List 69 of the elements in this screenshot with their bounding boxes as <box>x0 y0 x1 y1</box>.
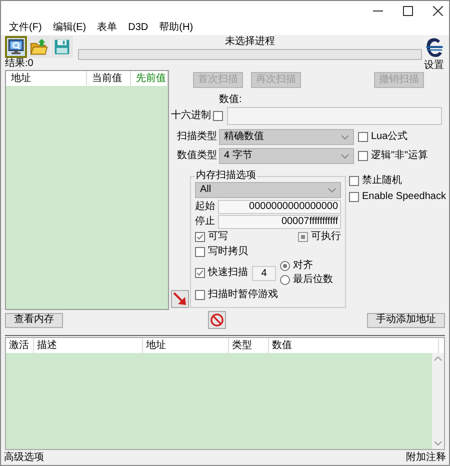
checkbox[interactable] <box>195 268 205 278</box>
chevron-icon <box>341 154 349 158</box>
address-list[interactable]: 激活 描述 地址 类型 数值 <box>5 337 445 450</box>
stop-address-field[interactable]: 00007fffffffffff <box>218 214 341 228</box>
scroll-up-icon[interactable] <box>434 356 442 361</box>
checkbox[interactable] <box>358 151 368 161</box>
view-memory-button[interactable]: 查看内存 <box>5 312 63 328</box>
checkbox-label: 扫描时暂停游戏 <box>208 288 278 300</box>
menu-item[interactable]: 表单 <box>97 22 118 34</box>
scroll-down-icon[interactable] <box>434 441 442 446</box>
value-label: 数值: <box>219 94 243 106</box>
checkbox-label: Lua公式 <box>371 131 408 143</box>
column-header[interactable]: 先前值 <box>131 71 168 86</box>
checkbox[interactable] <box>298 232 308 242</box>
column-header[interactable]: 地址 <box>6 71 87 86</box>
stop-label: 停止 <box>195 216 215 228</box>
stop-button[interactable] <box>208 311 226 329</box>
checkbox-label: 禁止随机 <box>362 175 402 187</box>
folder-icon <box>30 38 48 56</box>
value-type-dropdown[interactable]: 4 字节 <box>219 148 354 164</box>
group-title: 内存扫描选项 <box>195 170 257 182</box>
start-address-field[interactable]: 0000000000000000 <box>218 200 341 214</box>
checkbox[interactable] <box>195 246 205 256</box>
monitor-icon <box>7 38 25 56</box>
menu-item[interactable]: 文件(F) <box>9 22 42 34</box>
checkbox[interactable] <box>195 232 205 242</box>
menu-item[interactable]: 帮助(H) <box>159 22 194 34</box>
maximize-icon[interactable] <box>403 6 413 16</box>
checkbox[interactable] <box>349 176 359 186</box>
status-text[interactable]: 附加注释 <box>406 452 446 464</box>
checkbox-label: 写时拷贝 <box>208 246 248 258</box>
settings-label[interactable]: 设置 <box>424 60 444 72</box>
region-dropdown[interactable]: All <box>195 182 341 198</box>
toolbar-button[interactable] <box>5 36 27 58</box>
checkbox[interactable] <box>195 290 205 300</box>
diagonal-arrow-icon <box>173 292 187 306</box>
checkbox-label: 可写 <box>208 230 228 242</box>
checkbox-label: 逻辑"非"运算 <box>371 150 428 162</box>
logo-icon[interactable] <box>424 36 444 60</box>
radio-button[interactable] <box>280 261 290 271</box>
radio-label: 对齐 <box>293 260 313 272</box>
status-text[interactable]: 高级选项 <box>4 452 44 464</box>
close-icon[interactable] <box>433 6 443 16</box>
menu-item[interactable]: D3D <box>128 22 148 34</box>
checkbox[interactable] <box>358 132 368 142</box>
checkbox-label: 快速扫描 <box>208 267 248 279</box>
start-label: 起始 <box>195 200 215 212</box>
chevron-icon <box>341 134 349 140</box>
alignment-field[interactable]: 4 <box>252 266 276 280</box>
no-entry-icon <box>210 313 224 327</box>
found-list[interactable]: 地址 当前值 先前值 <box>5 70 169 310</box>
value-type-label: 数值类型 <box>176 150 217 162</box>
value-field[interactable] <box>227 107 442 125</box>
column-header[interactable]: 当前值 <box>87 71 131 86</box>
checkbox-label: Enable Speedhack <box>362 191 446 203</box>
hex-label: 十六进制 <box>171 110 212 122</box>
scan-type-label: 扫描类型 <box>176 131 217 143</box>
scan-type-dropdown[interactable]: 精确数值 <box>219 129 354 145</box>
process-label: 未选择进程 <box>225 36 275 48</box>
chevron-icon <box>328 188 336 192</box>
checkbox-label: 可执行 <box>311 230 341 242</box>
arrow-button[interactable] <box>171 290 189 308</box>
checkbox[interactable] <box>349 192 359 202</box>
add-address-button[interactable]: 手动添加地址 <box>367 312 445 328</box>
menu-item[interactable]: 编辑(E) <box>52 22 86 34</box>
results-count: 结果:0 <box>5 58 34 69</box>
radio-button[interactable] <box>280 275 290 285</box>
radio-label: 最后位数 <box>293 274 333 286</box>
checkbox[interactable] <box>213 111 223 121</box>
